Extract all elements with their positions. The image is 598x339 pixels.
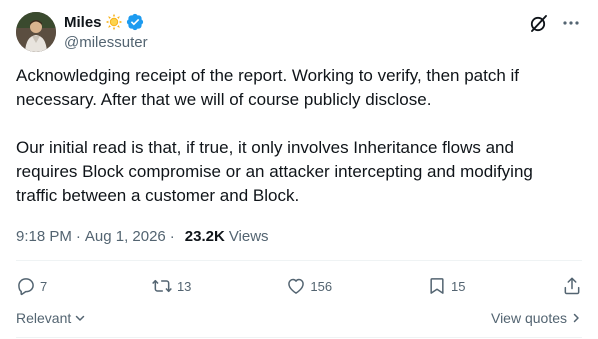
repost-button[interactable]: 13 [151, 276, 191, 296]
bottom-divider [16, 337, 582, 338]
sort-label: Relevant [16, 310, 72, 326]
name-row: Miles [64, 12, 148, 32]
reply-icon [18, 278, 34, 296]
author-block: Miles @milessuter [64, 12, 148, 52]
divider [16, 260, 582, 261]
view-quotes-label: View quotes [490, 310, 567, 326]
bookmark-button[interactable]: 15 [427, 276, 467, 296]
repost-count: 13 [176, 278, 192, 294]
post: Miles @milessuter Acknowledging receipt … [0, 0, 598, 339]
sun-emoji-icon [105, 13, 123, 31]
chevron-down-icon [76, 315, 85, 321]
display-name[interactable]: Miles [64, 14, 102, 31]
post-meta: 9:18 PM · Aug 1, 2026 · 23.2K Views [16, 228, 269, 245]
like-count: 156 [310, 278, 333, 294]
post-footer: Relevant View quotes [16, 308, 582, 328]
profile-photo [16, 12, 56, 52]
meta-separator: · [75, 228, 81, 245]
sort-dropdown[interactable]: Relevant [16, 310, 86, 326]
bookmark-count: 15 [451, 278, 466, 294]
views-label: Views [228, 228, 269, 245]
share-button[interactable] [562, 276, 582, 296]
reply-button[interactable]: 7 [16, 276, 56, 296]
like-button[interactable]: 156 [286, 276, 332, 296]
meta-separator-2: · [169, 228, 175, 245]
bookmark-icon [430, 278, 444, 294]
share-icon [564, 277, 580, 295]
handle[interactable]: @milessuter [64, 34, 148, 52]
view-quotes-link[interactable]: View quotes [491, 310, 582, 326]
post-time[interactable]: 9:18 PM [16, 228, 72, 245]
chevron-right-icon [573, 313, 579, 323]
verified-badge-icon [126, 13, 144, 31]
post-date[interactable]: Aug 1, 2026 [85, 228, 166, 245]
top-actions [528, 12, 582, 34]
more-options-icon[interactable] [560, 12, 582, 34]
post-text: Acknowledging receipt of the report. Wor… [16, 66, 533, 205]
reply-count: 7 [40, 278, 48, 294]
grok-icon[interactable] [528, 12, 550, 34]
heart-icon [288, 278, 305, 294]
action-bar: 7 13 156 15 [16, 272, 582, 300]
repost-icon [152, 279, 172, 293]
avatar[interactable] [16, 12, 56, 52]
views-count[interactable]: 23.2K [185, 228, 225, 245]
